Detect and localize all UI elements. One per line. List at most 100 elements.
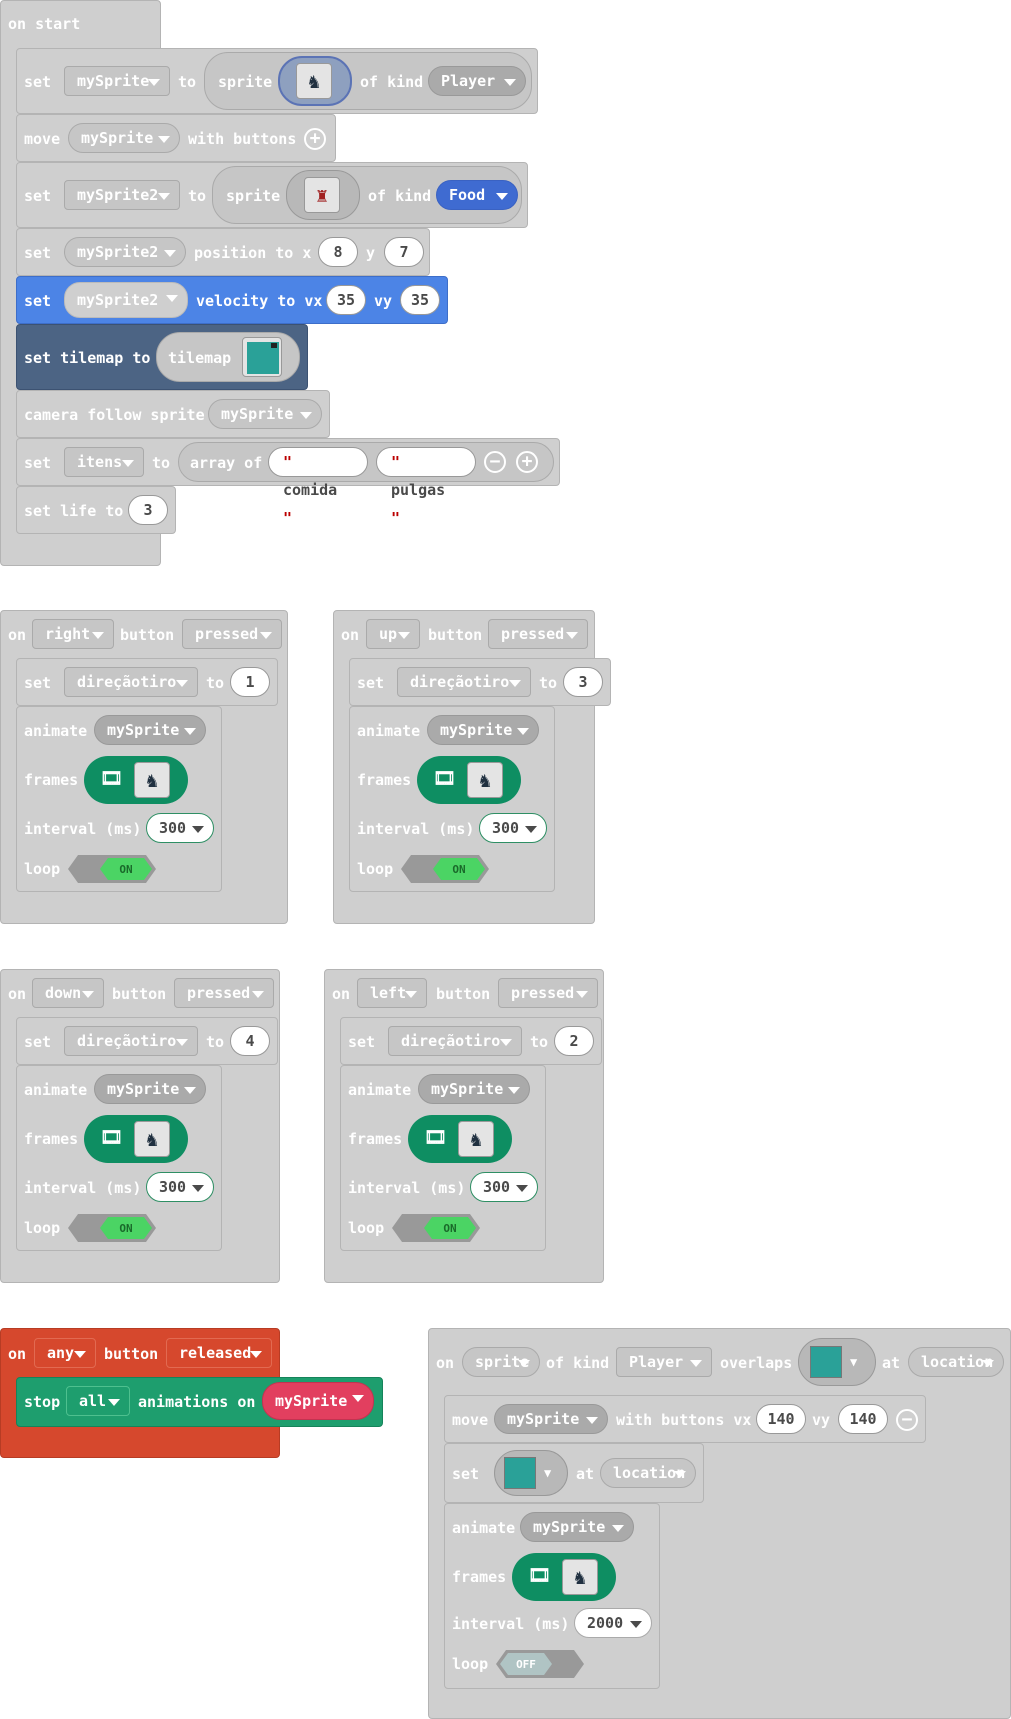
interval-keyword: interval (ms) — [24, 1179, 142, 1197]
loop-toggle[interactable]: ON — [392, 1214, 480, 1242]
frame-sprite-icon: ♞ — [562, 1559, 598, 1595]
kind-dropdown-food[interactable]: Food — [436, 180, 518, 210]
which-dropdown-all[interactable]: all — [66, 1386, 130, 1416]
variable-dropdown-mysprite[interactable]: mySprite — [494, 1404, 608, 1434]
state-dropdown-pressed[interactable]: pressed — [182, 619, 282, 649]
value-input[interactable]: 1 — [230, 667, 270, 697]
variable-dropdown-mysprite2[interactable]: mySprite2 — [64, 282, 188, 318]
vx-value-input[interactable]: 140 — [756, 1404, 806, 1434]
value-input[interactable]: 2 — [554, 1026, 594, 1056]
sprite-dropdown-mysprite[interactable]: mySprite — [94, 715, 206, 745]
film-icon: 🎞 — [424, 1127, 447, 1148]
of-kind-keyword: of kind — [360, 73, 424, 91]
animations-on-keyword: animations on — [138, 1393, 256, 1411]
button-dropdown-up[interactable]: up — [366, 619, 420, 649]
toggle-label: ON — [452, 863, 465, 876]
camera-follow-keyword: camera follow sprite — [24, 406, 205, 424]
value-input[interactable]: 4 — [230, 1026, 270, 1056]
film-icon: 🎞 — [528, 1565, 551, 1586]
loop-keyword: loop — [24, 860, 61, 878]
state-dropdown-pressed[interactable]: pressed — [488, 619, 588, 649]
array-of-keyword: array of — [190, 454, 263, 472]
quote-mark: " — [391, 453, 401, 471]
loop-keyword: loop — [348, 1219, 385, 1237]
quote-mark: " — [283, 453, 293, 471]
loop-toggle[interactable]: ON — [68, 855, 156, 883]
sprite-dropdown-mysprite[interactable]: mySprite — [418, 1074, 530, 1104]
on-keyword: on — [341, 626, 360, 644]
string-input-pulgas[interactable]: " pulgas " — [376, 447, 476, 527]
add-item-icon[interactable]: + — [516, 451, 538, 473]
button-dropdown-left[interactable]: left — [357, 978, 427, 1008]
interval-dropdown[interactable]: 2000 — [574, 1608, 652, 1638]
kind-dropdown-player[interactable]: Player — [428, 66, 526, 96]
chevron-down-icon: ▼ — [544, 1466, 552, 1480]
toggle-label: ON — [119, 863, 132, 876]
life-value-input[interactable]: 3 — [128, 495, 168, 525]
variable-dropdown-direcaotiro[interactable]: direçãotiro — [64, 667, 198, 697]
button-dropdown-any[interactable]: any — [34, 1338, 96, 1368]
button-dropdown-right[interactable]: right — [32, 619, 114, 649]
variable-dropdown-direcaotiro[interactable]: direçãotiro — [397, 667, 531, 697]
to-keyword: to — [206, 1033, 225, 1051]
variable-dropdown-direcaotiro[interactable]: direçãotiro — [388, 1026, 522, 1056]
variable-dropdown-mysprite2[interactable]: mySprite2 — [64, 237, 186, 267]
tile-icon — [504, 1457, 536, 1489]
interval-dropdown[interactable]: 300 — [479, 813, 547, 843]
variable-dropdown-direcaotiro[interactable]: direçãotiro — [64, 1026, 198, 1056]
state-dropdown-pressed[interactable]: pressed — [174, 978, 274, 1008]
variable-dropdown-mysprite[interactable]: mySprite — [64, 66, 170, 96]
sprite-dropdown-mysprite[interactable]: mySprite — [262, 1382, 374, 1420]
vx-value-input[interactable]: 35 — [326, 285, 366, 315]
player-sprite-icon: ♞ — [296, 63, 332, 99]
quote-mark: " — [391, 509, 401, 527]
location-param-dropdown[interactable]: location — [600, 1458, 696, 1488]
state-dropdown-released[interactable]: released — [166, 1338, 272, 1368]
variable-dropdown-itens[interactable]: itens — [64, 447, 144, 477]
animate-keyword: animate — [24, 722, 88, 740]
state-dropdown-pressed[interactable]: pressed — [498, 978, 598, 1008]
y-value-input[interactable]: 7 — [384, 237, 424, 267]
sprite-dropdown-mysprite[interactable]: mySprite — [520, 1512, 634, 1542]
to-keyword: to — [188, 187, 207, 205]
remove-parameter-icon[interactable]: − — [896, 1409, 918, 1431]
sprite-dropdown-mysprite[interactable]: mySprite — [427, 715, 539, 745]
sprite-param-dropdown[interactable]: sprite — [462, 1347, 540, 1377]
variable-dropdown-mysprite[interactable]: mySprite — [208, 399, 322, 429]
loop-toggle[interactable]: ON — [68, 1214, 156, 1242]
interval-dropdown[interactable]: 300 — [146, 1172, 214, 1202]
interval-dropdown[interactable]: 300 — [470, 1172, 538, 1202]
loop-toggle[interactable]: ON — [401, 855, 489, 883]
add-parameter-icon[interactable]: + — [304, 128, 326, 150]
tilemap-thumbnail-icon[interactable] — [242, 337, 282, 377]
frame-sprite-icon: ♞ — [458, 1121, 494, 1157]
value-input[interactable]: 3 — [563, 667, 603, 697]
with-buttons-vx-keyword: with buttons vx — [616, 1411, 752, 1429]
food-sprite-icon: ♜ — [304, 177, 340, 213]
frame-sprite-icon: ♞ — [467, 762, 503, 798]
to-keyword: to — [206, 674, 225, 692]
on-start-label: on start — [8, 15, 81, 33]
to-keyword: to — [152, 454, 171, 472]
frame-sprite-icon: ♞ — [134, 762, 170, 798]
set-tilemap-keyword: set tilemap to — [24, 349, 151, 367]
remove-item-icon[interactable]: − — [484, 451, 506, 473]
kind-dropdown-player[interactable]: Player — [616, 1347, 712, 1377]
button-dropdown-down[interactable]: down — [32, 978, 104, 1008]
x-value-input[interactable]: 8 — [318, 237, 358, 267]
interval-keyword: interval (ms) — [348, 1179, 466, 1197]
interval-keyword: interval (ms) — [24, 820, 142, 838]
location-param-dropdown[interactable]: location — [908, 1347, 1004, 1377]
on-keyword: on — [332, 985, 351, 1003]
interval-dropdown[interactable]: 300 — [146, 813, 214, 843]
vy-value-input[interactable]: 140 — [838, 1404, 888, 1434]
button-keyword: button — [120, 626, 175, 644]
variable-dropdown-mysprite2[interactable]: mySprite2 — [64, 180, 180, 210]
variable-dropdown-mysprite[interactable]: mySprite — [68, 123, 180, 153]
animate-keyword: animate — [357, 722, 421, 740]
string-input-comida[interactable]: " comida " — [268, 447, 368, 527]
sprite-dropdown-mysprite[interactable]: mySprite — [94, 1074, 206, 1104]
overlaps-keyword: overlaps — [720, 1354, 793, 1372]
loop-toggle[interactable]: OFF — [496, 1650, 584, 1678]
vy-value-input[interactable]: 35 — [400, 285, 440, 315]
